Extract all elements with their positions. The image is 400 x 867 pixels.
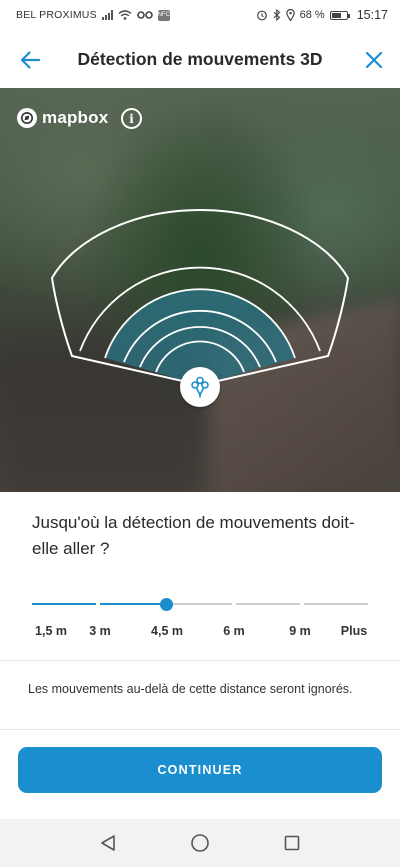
recents-square-icon <box>284 835 300 851</box>
close-button[interactable] <box>358 44 390 76</box>
continue-button[interactable]: CONTINUER <box>18 747 382 793</box>
battery-icon <box>329 10 350 20</box>
wifi-icon <box>118 10 132 20</box>
slider-labels: 1,5 m 3 m 4,5 m 6 m 9 m Plus <box>20 624 380 640</box>
slider-track-inactive-3 <box>304 603 368 605</box>
slider-label-1-5m[interactable]: 1,5 m <box>35 624 67 638</box>
bluetooth-icon <box>273 9 280 21</box>
battery-percent: 68 % <box>299 9 325 21</box>
nav-home-button[interactable] <box>187 830 213 856</box>
carrier-name: BEL PROXIMUS <box>16 9 97 21</box>
device-marker[interactable] <box>180 367 220 407</box>
slider-label-plus[interactable]: Plus <box>341 624 367 638</box>
distance-slider[interactable] <box>32 596 368 612</box>
divider-bottom <box>0 729 400 730</box>
detection-zone[interactable] <box>0 88 400 492</box>
signal-icon <box>101 10 113 20</box>
system-nav-bar <box>0 819 400 867</box>
nav-recents-button[interactable] <box>279 830 305 856</box>
divider-top <box>0 660 400 661</box>
slider-track-active-1 <box>32 603 96 605</box>
map-view[interactable]: mapbox i <box>0 88 400 492</box>
status-bar: BEL PROXIMUS NFC 68 % 15:17 <box>0 0 400 30</box>
motion-sensor-icon <box>191 376 209 398</box>
back-button[interactable] <box>14 44 46 76</box>
close-icon <box>365 51 383 69</box>
arrow-left-icon <box>20 51 40 69</box>
location-icon <box>285 9 295 21</box>
back-triangle-icon <box>101 835 115 851</box>
slider-track-active-2 <box>100 603 164 605</box>
slider-label-9m[interactable]: 9 m <box>289 624 311 638</box>
nav-back-button[interactable] <box>95 830 121 856</box>
distance-question: Jusqu'où la détection de mouvements doit… <box>32 513 355 558</box>
clock: 15:17 <box>356 8 388 22</box>
nfc-icon: NFC <box>158 9 170 21</box>
vr-icon <box>136 11 153 19</box>
slider-thumb[interactable] <box>160 598 173 611</box>
slider-track-inactive-1 <box>168 603 232 605</box>
slider-label-6m[interactable]: 6 m <box>223 624 245 638</box>
slider-label-4-5m[interactable]: 4,5 m <box>151 624 183 638</box>
home-circle-icon <box>191 834 209 852</box>
page-title: Détection de mouvements 3D <box>77 48 323 69</box>
alarm-icon <box>256 10 267 21</box>
slider-track-inactive-2 <box>236 603 300 605</box>
slider-label-3m[interactable]: 3 m <box>89 624 111 638</box>
ignore-note: Les mouvements au-delà de cette distance… <box>28 682 353 696</box>
header: Détection de mouvements 3D <box>0 30 400 88</box>
